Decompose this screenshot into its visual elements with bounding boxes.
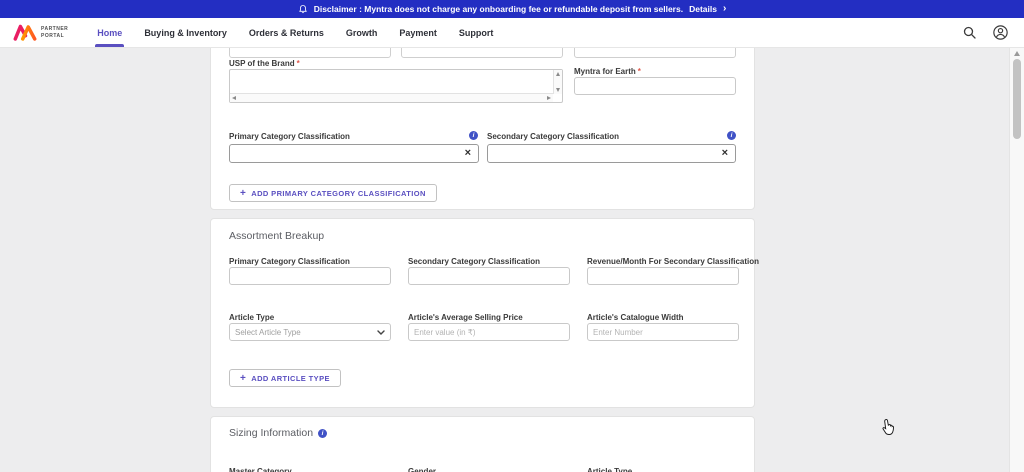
secondary-classification-input[interactable]: ×	[487, 144, 736, 163]
textarea-horizontal-scrollbar[interactable]	[230, 93, 553, 102]
primary-classification-input[interactable]: ×	[229, 144, 479, 163]
assort-secondary-input[interactable]	[408, 267, 570, 285]
article-price-label: Article's Average Selling Price	[408, 313, 523, 322]
required-asterisk: *	[637, 67, 641, 76]
sizing-information-card: Sizing Information i Master Category Gen…	[210, 416, 755, 472]
article-width-input[interactable]	[587, 323, 739, 341]
info-icon[interactable]: i	[469, 131, 478, 140]
search-icon[interactable]	[963, 26, 976, 39]
page: Disclaimer : Myntra does not charge any …	[0, 0, 1024, 472]
scroll-up-icon[interactable]	[1014, 51, 1020, 56]
assortment-breakup-card: Assortment Breakup Primary Category Clas…	[210, 218, 759, 408]
myntra-for-earth-label: Myntra for Earth *	[574, 67, 641, 76]
myntra-logo[interactable]: PARTNER PORTAL	[13, 23, 68, 42]
primary-classification-label: Primary Category Classification	[229, 132, 350, 141]
assortment-title: Assortment Breakup	[229, 230, 325, 242]
details-link[interactable]: Details	[689, 4, 717, 14]
nav-tab-home[interactable]: Home	[86, 18, 133, 47]
header: PARTNER PORTAL Home Buying & Inventory O…	[0, 18, 1024, 48]
assort-primary-input[interactable]	[229, 267, 391, 285]
nav-tab-orders-returns[interactable]: Orders & Returns	[238, 18, 335, 47]
sizing-title: Sizing Information i	[229, 427, 328, 439]
nav-tab-growth[interactable]: Growth	[335, 18, 389, 47]
scroll-up-icon[interactable]	[556, 72, 560, 76]
partner-portal-label: PARTNER PORTAL	[41, 26, 69, 39]
nav-tab-payment[interactable]: Payment	[388, 18, 448, 47]
usp-textarea[interactable]	[229, 69, 563, 103]
article-type-label: Article Type	[587, 467, 633, 472]
assort-revenue-input[interactable]	[587, 267, 739, 285]
scroll-down-icon[interactable]	[556, 88, 560, 92]
vertical-scrollbar[interactable]	[1009, 48, 1024, 472]
scroll-right-icon[interactable]	[547, 96, 551, 100]
account-icon[interactable]	[993, 25, 1008, 40]
disclaimer-text: Disclaimer : Myntra does not charge any …	[313, 4, 684, 14]
assort-primary-label: Primary Category Classification	[229, 257, 350, 266]
article-price-input[interactable]	[408, 323, 570, 341]
main-nav: Home Buying & Inventory Orders & Returns…	[86, 18, 504, 47]
plus-icon: +	[240, 187, 247, 199]
brand-details-card: USP of the Brand * Myntra for Earth * Prim…	[210, 30, 755, 210]
article-type-select[interactable]: Select Article Type	[229, 323, 391, 341]
myntra-m-icon	[13, 24, 37, 41]
myntra-for-earth-input[interactable]	[574, 77, 736, 95]
plus-icon: +	[240, 372, 247, 384]
textarea-vertical-scrollbar[interactable]	[553, 70, 562, 94]
assort-secondary-label: Secondary Category Classification	[408, 257, 541, 266]
scroll-left-icon[interactable]	[232, 96, 236, 100]
nav-tab-support[interactable]: Support	[448, 18, 505, 47]
secondary-classification-label: Secondary Category Classification	[487, 132, 620, 141]
gender-label: Gender	[408, 467, 437, 472]
required-asterisk: *	[296, 59, 300, 68]
article-width-label: Article's Catalogue Width	[587, 313, 684, 322]
info-icon[interactable]: i	[318, 428, 328, 438]
scrollbar-thumb[interactable]	[1013, 59, 1021, 139]
chevron-down-icon	[377, 328, 385, 337]
clear-x-icon[interactable]: ×	[720, 148, 730, 159]
usp-label: USP of the Brand *	[229, 59, 300, 68]
disclaimer-banner: Disclaimer : Myntra does not charge any …	[0, 0, 1024, 18]
add-article-type-button[interactable]: + ADD ARTICLE TYPE	[229, 369, 341, 387]
hand-cursor	[881, 418, 895, 441]
clear-x-icon[interactable]: ×	[463, 148, 473, 159]
article-type-label: Article Type	[229, 313, 275, 322]
master-category-label: Master Category	[229, 467, 292, 472]
info-icon[interactable]: i	[727, 131, 736, 140]
add-primary-classification-button[interactable]: + ADD PRIMARY CATEGORY CLASSIFICATION	[229, 184, 437, 202]
chevron-right-icon[interactable]: ›	[723, 4, 726, 14]
assort-revenue-label: Revenue/Month For Secondary Classificati…	[587, 257, 760, 266]
nav-tab-buying-inventory[interactable]: Buying & Inventory	[133, 18, 238, 47]
announcement-bell-icon	[298, 4, 308, 15]
